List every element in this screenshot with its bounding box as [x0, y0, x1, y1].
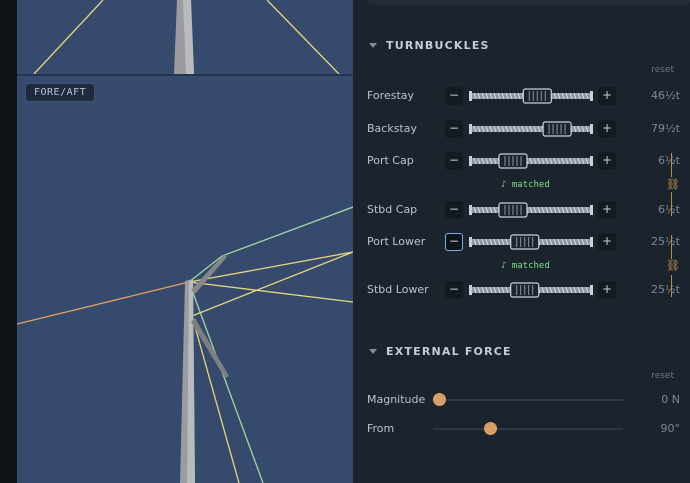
turnbuckle-label: Backstay: [367, 122, 417, 135]
stay-line: [221, 206, 353, 257]
turnbuckles-header[interactable]: TURNBUCKLES: [369, 39, 490, 52]
view-label: FORE/AFT: [25, 83, 96, 102]
track-end-cap: [469, 237, 472, 247]
matched-indicator: ♪ matched: [501, 261, 550, 271]
track-end-cap: [590, 237, 593, 247]
track-end-cap: [590, 285, 593, 295]
turnbuckle-row: Backstay − +79½t: [353, 117, 690, 141]
section-title: TURNBUCKLES: [386, 39, 490, 52]
link-line: [671, 235, 672, 259]
track-end-cap: [469, 205, 472, 215]
control-panel: TURNBUCKLES reset Forestay − +46½t Backstay…: [353, 0, 690, 483]
section-title: EXTERNAL FORCE: [386, 345, 512, 358]
link-line: [671, 275, 672, 297]
turnbuckle-slider[interactable]: [469, 282, 593, 298]
track-end-cap: [469, 156, 472, 166]
external-force-header[interactable]: EXTERNAL FORCE: [369, 345, 512, 358]
from-slider-track[interactable]: [433, 428, 623, 430]
track-end-cap: [590, 156, 593, 166]
turnbuckle-row: Forestay − +46½t: [353, 84, 690, 108]
decrease-button[interactable]: −: [445, 120, 463, 138]
chain-link-icon[interactable]: ⛓: [666, 259, 680, 272]
chevron-down-icon: [369, 349, 377, 354]
chain-link-icon[interactable]: ⛓: [666, 178, 680, 191]
from-value: 90°: [660, 422, 681, 435]
turnbuckle-value: 25½t: [651, 235, 680, 248]
stay-line: [191, 251, 353, 317]
spreader-shape: [191, 254, 227, 294]
increase-button[interactable]: +: [598, 152, 616, 170]
turnbuckle-row: Stbd Lower − +25½t: [353, 278, 690, 302]
magnitude-slider-track[interactable]: [433, 399, 623, 401]
magnitude-label: Magnitude: [367, 393, 426, 406]
turnbuckle-row: Port Cap − +6½t: [353, 149, 690, 173]
link-line: [671, 153, 672, 177]
link-line: [671, 192, 672, 216]
matched-indicator: ♪ matched: [501, 180, 550, 190]
track-end-cap: [469, 124, 472, 134]
track-end-cap: [590, 124, 593, 134]
from-label: From: [367, 422, 395, 435]
turnbuckle-label: Port Lower: [367, 235, 426, 248]
turnbuckle-slider[interactable]: [469, 88, 593, 104]
decrease-button[interactable]: −: [445, 152, 463, 170]
track-end-cap: [469, 285, 472, 295]
increase-button[interactable]: +: [598, 233, 616, 251]
increase-button[interactable]: +: [598, 87, 616, 105]
from-row: From 90°: [353, 419, 690, 439]
track-end-cap: [590, 205, 593, 215]
top-viewport[interactable]: [17, 0, 353, 74]
turnbuckle-value: 6½t: [658, 203, 680, 216]
increase-button[interactable]: +: [598, 120, 616, 138]
decrease-button[interactable]: −: [445, 233, 463, 251]
turnbuckle-slider[interactable]: [469, 121, 593, 137]
magnitude-value: 0 N: [661, 393, 680, 406]
turnbuckle-row: Stbd Cap − +6½t: [353, 198, 690, 222]
turnbuckle-label: Port Cap: [367, 154, 414, 167]
magnitude-slider-thumb[interactable]: [432, 393, 446, 406]
decrease-button[interactable]: −: [445, 201, 463, 219]
turnbuckle-label: Forestay: [367, 89, 415, 102]
turnbuckle-label: Stbd Lower: [367, 283, 429, 296]
increase-button[interactable]: +: [598, 201, 616, 219]
fore-aft-viewport[interactable]: FORE/AFT: [17, 76, 353, 483]
stay-line: [17, 281, 190, 325]
increase-button[interactable]: +: [598, 281, 616, 299]
track-end-cap: [590, 91, 593, 101]
turnbuckle-slider[interactable]: [469, 202, 593, 218]
turnbuckle-label: Stbd Cap: [367, 203, 418, 216]
top-viewport-scene: [33, 0, 340, 74]
decrease-button[interactable]: −: [445, 87, 463, 105]
external-force-reset-button[interactable]: reset: [651, 371, 674, 381]
stay-line: [33, 0, 104, 74]
turnbuckle-value: 46½t: [651, 89, 680, 102]
from-slider-thumb[interactable]: [483, 422, 497, 435]
spreader-shape: [191, 318, 229, 378]
chevron-down-icon: [369, 43, 377, 48]
stay-line: [266, 0, 340, 74]
turnbuckle-value: 25½t: [651, 283, 680, 296]
turnbuckle-slider[interactable]: [469, 153, 593, 169]
left-gutter: [0, 0, 17, 483]
track-end-cap: [469, 91, 472, 101]
turnbuckle-value: 79½t: [651, 122, 680, 135]
panel-top-bar: [368, 0, 690, 5]
turnbuckle-row: Port Lower − +25½t: [353, 230, 690, 254]
decrease-button[interactable]: −: [445, 281, 463, 299]
magnitude-row: Magnitude 0 N: [353, 390, 690, 410]
turnbuckle-value: 6½t: [658, 154, 680, 167]
turnbuckles-reset-button[interactable]: reset: [651, 65, 674, 75]
fore-aft-scene: [17, 206, 353, 483]
turnbuckle-slider[interactable]: [469, 234, 593, 250]
